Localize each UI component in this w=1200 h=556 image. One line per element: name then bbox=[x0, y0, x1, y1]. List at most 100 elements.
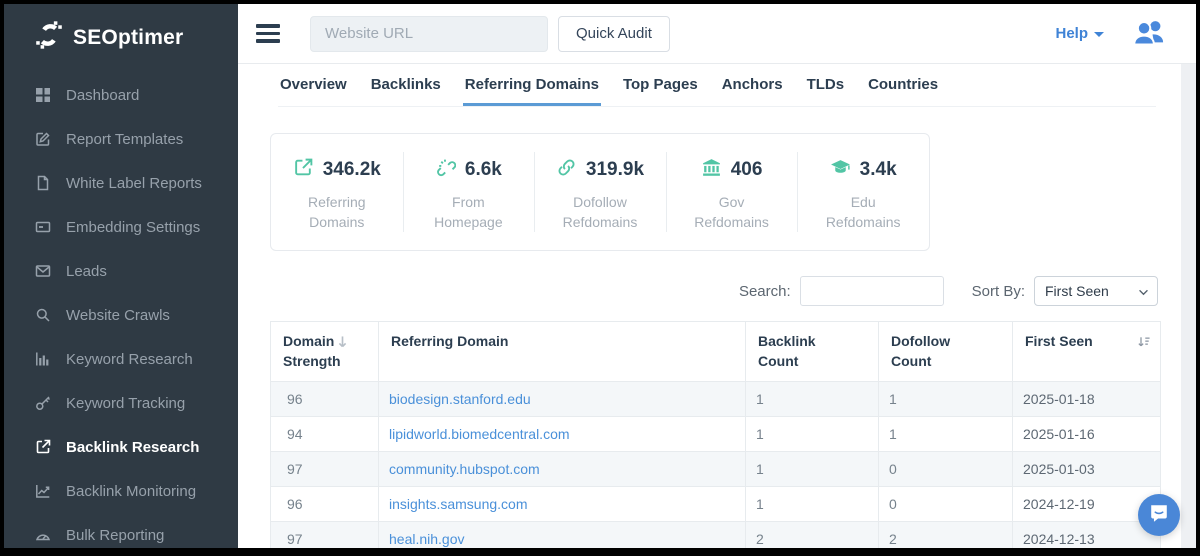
tab-referring-domains[interactable]: Referring Domains bbox=[463, 76, 601, 106]
chevron-down-icon bbox=[1094, 32, 1104, 37]
website-url-input[interactable] bbox=[310, 16, 548, 52]
embedding-settings-icon bbox=[34, 219, 51, 236]
main-area: Quick Audit Help bbox=[238, 4, 1196, 548]
backlink-count-cell: 1 bbox=[746, 382, 879, 417]
tab-backlinks[interactable]: Backlinks bbox=[369, 76, 443, 106]
sort-descending-icon bbox=[337, 334, 348, 354]
referring-domain-cell: heal.nih.gov bbox=[379, 522, 746, 548]
referring-domain-link[interactable]: biodesign.stanford.edu bbox=[389, 391, 531, 407]
sidebar-item-report-templates[interactable]: Report Templates bbox=[4, 117, 238, 161]
topbar: Quick Audit Help bbox=[238, 4, 1196, 64]
referring-domain-link[interactable]: lipidworld.biomedcentral.com bbox=[389, 426, 570, 442]
leads-icon bbox=[34, 263, 51, 280]
sidebar-item-label: White Label Reports bbox=[66, 175, 202, 192]
sidebar-item-backlink-monitoring[interactable]: Backlink Monitoring bbox=[4, 469, 238, 513]
stat-label: Gov Refdomains bbox=[682, 192, 782, 233]
link-icon bbox=[556, 157, 577, 183]
first-seen-cell: 2025-01-16 bbox=[1013, 417, 1161, 452]
stat-label: Edu Refdomains bbox=[813, 192, 913, 233]
sidebar-item-dashboard[interactable]: Dashboard bbox=[4, 73, 238, 117]
sidebar-item-bulk-reporting[interactable]: Bulk Reporting bbox=[4, 513, 238, 548]
dashboard-icon bbox=[34, 87, 51, 104]
dofollow-count-cell: 1 bbox=[879, 382, 1013, 417]
first-seen-cell: 2024-12-13 bbox=[1013, 522, 1161, 548]
stat-referring-domains: 346.2k Referring Domains bbox=[271, 134, 403, 250]
table-row: 96 insights.samsung.com 1 0 2024-12-19 bbox=[271, 487, 1161, 522]
table-header-row: Domain Strength Referring Domain Backlin… bbox=[271, 322, 1161, 382]
first-seen-cell: 2025-01-18 bbox=[1013, 382, 1161, 417]
sidebar-item-website-crawls[interactable]: Website Crawls bbox=[4, 293, 238, 337]
sidebar-item-label: Dashboard bbox=[66, 87, 139, 104]
sidebar-item-keyword-tracking[interactable]: Keyword Tracking bbox=[4, 381, 238, 425]
sidebar-item-label: Website Crawls bbox=[66, 307, 170, 324]
tab-countries[interactable]: Countries bbox=[866, 76, 940, 106]
tab-top-pages[interactable]: Top Pages bbox=[621, 76, 700, 106]
tab-tlds[interactable]: TLDs bbox=[805, 76, 847, 106]
domain-strength-cell: 96 bbox=[271, 382, 379, 417]
sort-by-label: Sort By: bbox=[972, 283, 1025, 300]
topbar-right: Help bbox=[1055, 17, 1166, 51]
column-header-referring-domain[interactable]: Referring Domain bbox=[379, 322, 746, 382]
domain-strength-cell: 96 bbox=[271, 487, 379, 522]
sidebar-item-label: Keyword Tracking bbox=[66, 395, 185, 412]
referring-domain-link[interactable]: heal.nih.gov bbox=[389, 531, 465, 547]
first-seen-cell: 2025-01-03 bbox=[1013, 452, 1161, 487]
backlink-count-cell: 1 bbox=[746, 417, 879, 452]
sort-by-value: First Seen bbox=[1045, 283, 1109, 299]
screenshot-frame: SEOptimer Dashboard Report Templates Whi… bbox=[0, 0, 1200, 556]
stat-value: 319.9k bbox=[586, 159, 644, 181]
backlink-count-cell: 1 bbox=[746, 452, 879, 487]
domain-strength-cell: 94 bbox=[271, 417, 379, 452]
sidebar-item-keyword-research[interactable]: Keyword Research bbox=[4, 337, 238, 381]
dofollow-count-cell: 1 bbox=[879, 417, 1013, 452]
stat-label: Dofollow Refdomains bbox=[550, 192, 650, 233]
tab-overview[interactable]: Overview bbox=[278, 76, 349, 106]
seoptimer-gear-icon bbox=[34, 20, 64, 55]
bulk-reporting-icon bbox=[34, 527, 51, 544]
brand-logo[interactable]: SEOptimer bbox=[4, 4, 238, 65]
table-search-input[interactable] bbox=[800, 276, 944, 306]
stat-value: 346.2k bbox=[323, 159, 381, 181]
stat-value: 3.4k bbox=[860, 159, 897, 181]
stat-value: 6.6k bbox=[465, 159, 502, 181]
chat-icon bbox=[1148, 502, 1170, 529]
referring-domain-link[interactable]: community.hubspot.com bbox=[389, 461, 540, 477]
dofollow-count-cell: 0 bbox=[879, 452, 1013, 487]
column-header-domain-strength[interactable]: Domain Strength bbox=[271, 322, 379, 382]
sidebar-item-backlink-research[interactable]: Backlink Research bbox=[4, 425, 238, 469]
referring-domain-link[interactable]: insights.samsung.com bbox=[389, 496, 528, 512]
graduation-cap-icon bbox=[830, 157, 851, 183]
quick-audit-button[interactable]: Quick Audit bbox=[558, 16, 670, 52]
referring-domain-cell: lipidworld.biomedcentral.com bbox=[379, 417, 746, 452]
sidebar-item-white-label-reports[interactable]: White Label Reports bbox=[4, 161, 238, 205]
table-row: 97 community.hubspot.com 1 0 2025-01-03 bbox=[271, 452, 1161, 487]
account-users-button[interactable] bbox=[1132, 17, 1166, 51]
sidebar-item-label: Bulk Reporting bbox=[66, 527, 164, 544]
keyword-tracking-icon bbox=[34, 395, 51, 412]
table-row: 94 lipidworld.biomedcentral.com 1 1 2025… bbox=[271, 417, 1161, 452]
sidebar-item-leads[interactable]: Leads bbox=[4, 249, 238, 293]
stats-summary-card: 346.2k Referring Domains 6.6k From Homep… bbox=[270, 133, 930, 251]
column-header-dofollow-count[interactable]: Dofollow Count bbox=[879, 322, 1013, 382]
tab-anchors[interactable]: Anchors bbox=[720, 76, 785, 106]
sidebar-item-label: Leads bbox=[66, 263, 107, 280]
sort-by-select[interactable]: First Seen bbox=[1034, 276, 1158, 306]
search-label: Search: bbox=[739, 283, 791, 300]
brand-name: SEOptimer bbox=[73, 26, 183, 50]
table-row: 97 heal.nih.gov 2 2 2024-12-13 bbox=[271, 522, 1161, 548]
scroll-gutter bbox=[1181, 64, 1196, 548]
broken-link-icon bbox=[435, 157, 456, 183]
dofollow-count-cell: 0 bbox=[879, 487, 1013, 522]
sort-amount-icon bbox=[1137, 334, 1151, 354]
sidebar-item-label: Embedding Settings bbox=[66, 219, 200, 236]
column-header-backlink-count[interactable]: Backlink Count bbox=[746, 322, 879, 382]
help-menu[interactable]: Help bbox=[1055, 25, 1104, 42]
column-header-first-seen[interactable]: First Seen bbox=[1013, 322, 1161, 382]
sidebar: SEOptimer Dashboard Report Templates Whi… bbox=[4, 4, 238, 548]
chat-launcher[interactable] bbox=[1138, 494, 1180, 536]
menu-toggle-button[interactable] bbox=[256, 24, 280, 43]
report-templates-icon bbox=[34, 131, 51, 148]
backlink-count-cell: 1 bbox=[746, 487, 879, 522]
users-icon bbox=[1132, 17, 1166, 51]
sidebar-item-embedding-settings[interactable]: Embedding Settings bbox=[4, 205, 238, 249]
